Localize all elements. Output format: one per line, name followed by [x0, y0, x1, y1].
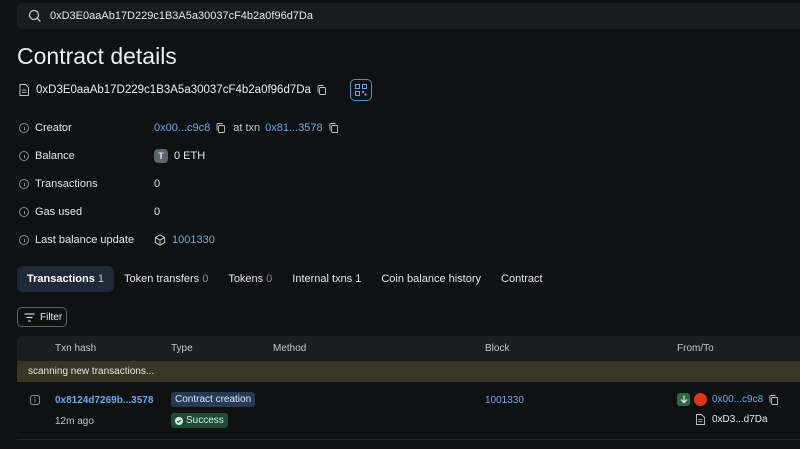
tab-tokens[interactable]: Tokens 0 — [218, 266, 282, 292]
filter-icon — [24, 312, 35, 322]
token-icon: T — [154, 149, 168, 163]
transactions-label: Transactions — [35, 178, 98, 190]
incoming-arrow-icon — [677, 393, 690, 406]
creator-txn-link[interactable]: 0x81...3578 — [265, 122, 323, 134]
search-input[interactable] — [50, 10, 650, 22]
status-label: Success — [186, 415, 224, 426]
copy-icon[interactable] — [329, 123, 338, 133]
tab-bar: Transactions 1 Token transfers 0 Tokens 0 I… — [17, 266, 553, 292]
txn-hash-link[interactable]: 0x8124d7269b...3578 — [55, 395, 153, 406]
table-row: 0x8124d7269b...3578 12m ago Contract cre… — [17, 382, 800, 440]
header-txn-hash: Txn hash — [55, 343, 97, 354]
creator-label: Creator — [35, 122, 72, 134]
row-info-icon[interactable] — [30, 395, 40, 408]
copy-icon[interactable] — [317, 85, 326, 95]
info-icon[interactable] — [19, 235, 29, 245]
balance-value: 0 ETH — [174, 150, 206, 162]
header-type: Type — [171, 343, 193, 354]
tab-coin-balance-history[interactable]: Coin balance history — [371, 266, 491, 292]
tab-transactions[interactable]: Transactions 1 — [17, 266, 114, 292]
address-avatar-icon — [694, 393, 707, 406]
detail-transactions: Transactions 0 — [19, 176, 160, 192]
search-icon — [28, 9, 41, 22]
detail-balance: Balance T 0 ETH — [19, 148, 205, 164]
type-badge: Contract creation — [171, 392, 256, 407]
copy-icon[interactable] — [216, 123, 226, 133]
check-circle-icon — [175, 416, 183, 425]
tab-internal-txns[interactable]: Internal txns 1 — [282, 266, 371, 292]
block-link[interactable]: 1001330 — [172, 234, 215, 246]
filter-label: Filter — [40, 311, 63, 323]
gas-used-label: Gas used — [35, 206, 83, 218]
balance-label: Balance — [35, 150, 75, 162]
qr-code-button[interactable] — [349, 79, 372, 101]
copy-icon[interactable] — [769, 394, 779, 405]
tab-contract[interactable]: Contract — [491, 266, 553, 292]
block-number-link[interactable]: 1001330 — [485, 395, 524, 406]
creator-address-link[interactable]: 0x00...c9c8 — [154, 122, 210, 134]
table-header: Txn hash Type Method Block From/To — [17, 336, 800, 361]
contract-address-row: 0xD3E0aaAb17D229c1B3A5a30037cF4b2a0f96d7… — [19, 79, 372, 101]
info-icon[interactable] — [30, 395, 40, 405]
detail-gas-used: Gas used 0 — [19, 204, 160, 220]
header-block: Block — [485, 343, 510, 354]
contract-address: 0xD3E0aaAb17D229c1B3A5a30037cF4b2a0f96d7… — [36, 84, 311, 96]
last-balance-update-label: Last balance update — [35, 234, 135, 246]
to-address: 0xD3...d7Da — [712, 414, 768, 425]
transactions-value: 0 — [154, 178, 161, 190]
page-title: Contract details — [17, 43, 177, 69]
search-bar[interactable] — [17, 3, 800, 29]
detail-last-balance-update: Last balance update 1001330 — [19, 232, 215, 248]
info-icon[interactable] — [19, 123, 29, 133]
header-from-to: From/To — [677, 343, 714, 354]
info-icon[interactable] — [19, 207, 29, 217]
txn-age: 12m ago — [55, 416, 94, 427]
filter-button[interactable]: Filter — [17, 307, 67, 327]
tab-token-transfers[interactable]: Token transfers 0 — [114, 266, 218, 292]
status-badge: Success — [171, 413, 228, 428]
gas-used-value: 0 — [154, 206, 161, 218]
at-txn-label: at txn — [233, 122, 261, 134]
qr-code-icon — [354, 84, 367, 96]
document-icon — [696, 414, 705, 425]
document-icon — [19, 84, 29, 96]
scanning-notice: scanning new transactions... — [17, 361, 800, 382]
block-cube-icon — [154, 234, 166, 246]
header-method: Method — [273, 343, 307, 354]
from-address-link[interactable]: 0x00...c9c8 — [712, 394, 763, 405]
detail-creator: Creator 0x00...c9c8 at txn 0x81...3578 — [19, 120, 338, 136]
info-icon[interactable] — [19, 151, 29, 161]
info-icon[interactable] — [19, 179, 29, 189]
